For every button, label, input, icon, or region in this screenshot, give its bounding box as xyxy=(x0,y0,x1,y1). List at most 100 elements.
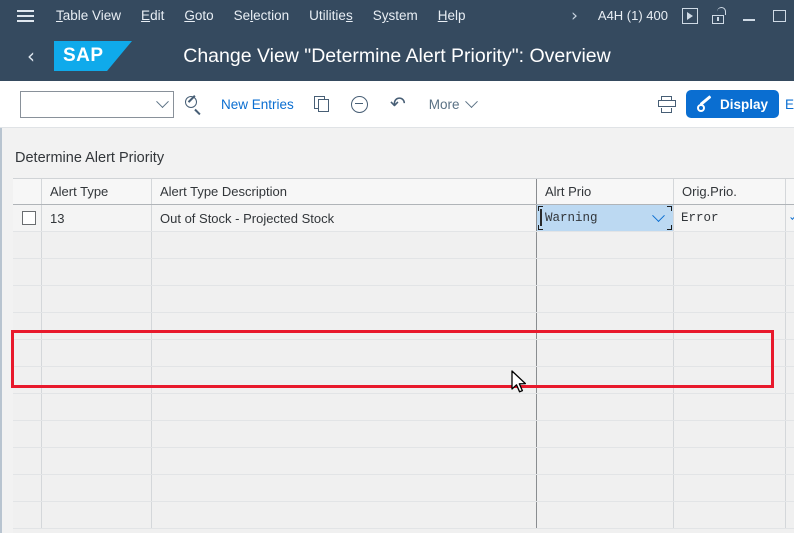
menu-item-system[interactable]: System xyxy=(363,4,428,27)
cell-alert-type-description-empty[interactable] xyxy=(152,394,537,420)
printer-icon[interactable] xyxy=(650,88,684,120)
cell-alert-type-empty[interactable] xyxy=(42,448,152,474)
cell-extra[interactable] xyxy=(786,205,794,231)
table-row-empty[interactable] xyxy=(13,475,794,502)
table-row-empty[interactable] xyxy=(13,394,794,421)
view-select-dropdown[interactable] xyxy=(20,90,174,118)
table-row-empty[interactable] xyxy=(13,232,794,259)
cell-alrt-prio-empty[interactable] xyxy=(537,259,674,285)
cell-alert-type-empty[interactable] xyxy=(42,502,152,528)
row-select-cell-empty[interactable] xyxy=(13,286,42,312)
table-row-empty[interactable] xyxy=(13,448,794,475)
cell-extra-empty[interactable] xyxy=(786,475,794,501)
cell-alert-type-description-empty[interactable] xyxy=(152,313,537,339)
maximize-icon[interactable] xyxy=(764,0,794,31)
more-button[interactable]: More xyxy=(421,92,484,117)
table-row-empty[interactable] xyxy=(13,502,794,529)
cell-orig-prio-empty[interactable] xyxy=(674,340,786,366)
execute-box-icon[interactable] xyxy=(682,7,698,24)
unlocked-padlock-icon[interactable] xyxy=(709,6,729,25)
cell-alert-type-empty[interactable] xyxy=(42,394,152,420)
chevron-down-icon[interactable] xyxy=(652,208,665,222)
row-select-cell-empty[interactable] xyxy=(13,448,42,474)
cell-alert-type-description-empty[interactable] xyxy=(152,367,537,393)
row-select-cell-empty[interactable] xyxy=(13,259,42,285)
cell-extra-empty[interactable] xyxy=(786,394,794,420)
cell-alert-type-description-empty[interactable] xyxy=(152,448,537,474)
cell-orig-prio-empty[interactable] xyxy=(674,448,786,474)
cell-extra-empty[interactable] xyxy=(786,367,794,393)
chevron-down-icon[interactable] xyxy=(790,210,794,220)
column-header-alert-type[interactable]: Alert Type xyxy=(42,179,152,204)
cell-orig-prio[interactable]: Error xyxy=(674,205,786,231)
table-row-empty[interactable] xyxy=(13,259,794,286)
cell-extra-empty[interactable] xyxy=(786,259,794,285)
cell-extra-empty[interactable] xyxy=(786,340,794,366)
row-select-cell-empty[interactable] xyxy=(13,313,42,339)
cell-alert-type-description-empty[interactable] xyxy=(152,502,537,528)
cell-alrt-prio-empty[interactable] xyxy=(537,421,674,447)
cell-alert-type-description-empty[interactable] xyxy=(152,259,537,285)
row-select-cell[interactable] xyxy=(13,205,42,231)
delete-minus-icon[interactable] xyxy=(343,88,377,120)
display-button[interactable]: Display xyxy=(685,90,779,118)
cell-orig-prio-empty[interactable] xyxy=(674,286,786,312)
copy-entry-icon[interactable] xyxy=(305,88,339,120)
undo-arrow-icon[interactable]: ↷ xyxy=(381,88,415,120)
cell-alert-type-description-empty[interactable] xyxy=(152,232,537,258)
row-select-cell-empty[interactable] xyxy=(13,232,42,258)
hamburger-menu-icon[interactable] xyxy=(10,0,40,31)
cell-orig-prio-empty[interactable] xyxy=(674,475,786,501)
menu-item-help[interactable]: Help xyxy=(428,4,476,27)
row-select-cell-empty[interactable] xyxy=(13,421,42,447)
cell-extra-empty[interactable] xyxy=(786,232,794,258)
cell-alrt-prio-empty[interactable] xyxy=(537,340,674,366)
cell-alrt-prio-empty[interactable] xyxy=(537,313,674,339)
menu-item-goto[interactable]: Goto xyxy=(174,4,223,27)
cell-alert-type-description-empty[interactable] xyxy=(152,340,537,366)
chevron-right-icon[interactable]: › xyxy=(559,6,590,26)
cell-alert-type-empty[interactable] xyxy=(42,421,152,447)
cell-extra-empty[interactable] xyxy=(786,502,794,528)
menu-item-table-view[interactable]: TTable Viewable View xyxy=(46,4,131,27)
cell-alert-type-description-empty[interactable] xyxy=(152,475,537,501)
menu-item-utilities[interactable]: Utilities xyxy=(299,4,363,27)
cell-alert-type-description-empty[interactable] xyxy=(152,421,537,447)
magnifier-icon[interactable] xyxy=(176,88,210,120)
column-header-orig-prio[interactable]: Orig.Prio. xyxy=(674,179,786,204)
cell-alrt-prio-empty[interactable] xyxy=(537,286,674,312)
cell-alert-type-empty[interactable] xyxy=(42,313,152,339)
row-checkbox[interactable] xyxy=(22,211,36,225)
cell-orig-prio-empty[interactable] xyxy=(674,232,786,258)
table-row-empty[interactable] xyxy=(13,286,794,313)
cell-orig-prio-empty[interactable] xyxy=(674,421,786,447)
cell-alert-type-empty[interactable] xyxy=(42,259,152,285)
cell-alert-type[interactable]: 13 xyxy=(42,205,152,231)
cell-alrt-prio-empty[interactable] xyxy=(537,502,674,528)
edit-button-partial[interactable]: E xyxy=(785,97,794,112)
table-row[interactable]: 13 Out of Stock - Projected Stock Warnin… xyxy=(13,205,794,232)
cell-alert-type-empty[interactable] xyxy=(42,340,152,366)
cell-alrt-prio-empty[interactable] xyxy=(537,232,674,258)
row-select-cell-empty[interactable] xyxy=(13,475,42,501)
cell-orig-prio-empty[interactable] xyxy=(674,367,786,393)
column-header-alrt-prio[interactable]: Alrt Prio xyxy=(537,179,674,204)
cell-extra-empty[interactable] xyxy=(786,286,794,312)
menu-item-selection[interactable]: Selection xyxy=(224,4,300,27)
cell-alert-type-empty[interactable] xyxy=(42,475,152,501)
table-row-empty[interactable] xyxy=(13,313,794,340)
cell-alert-type-empty[interactable] xyxy=(42,367,152,393)
cell-orig-prio-empty[interactable] xyxy=(674,259,786,285)
cell-extra-empty[interactable] xyxy=(786,421,794,447)
cell-extra-empty[interactable] xyxy=(786,313,794,339)
cell-alert-type-description[interactable]: Out of Stock - Projected Stock xyxy=(152,205,537,231)
new-entries-button[interactable]: New Entries xyxy=(212,92,303,117)
row-select-cell-empty[interactable] xyxy=(13,340,42,366)
minimize-icon[interactable] xyxy=(734,0,764,31)
cell-orig-prio-empty[interactable] xyxy=(674,394,786,420)
cell-extra-empty[interactable] xyxy=(786,448,794,474)
cell-alrt-prio-empty[interactable] xyxy=(537,394,674,420)
row-select-cell-empty[interactable] xyxy=(13,502,42,528)
cell-alrt-prio-empty[interactable] xyxy=(537,448,674,474)
cell-alrt-prio-empty[interactable] xyxy=(537,475,674,501)
